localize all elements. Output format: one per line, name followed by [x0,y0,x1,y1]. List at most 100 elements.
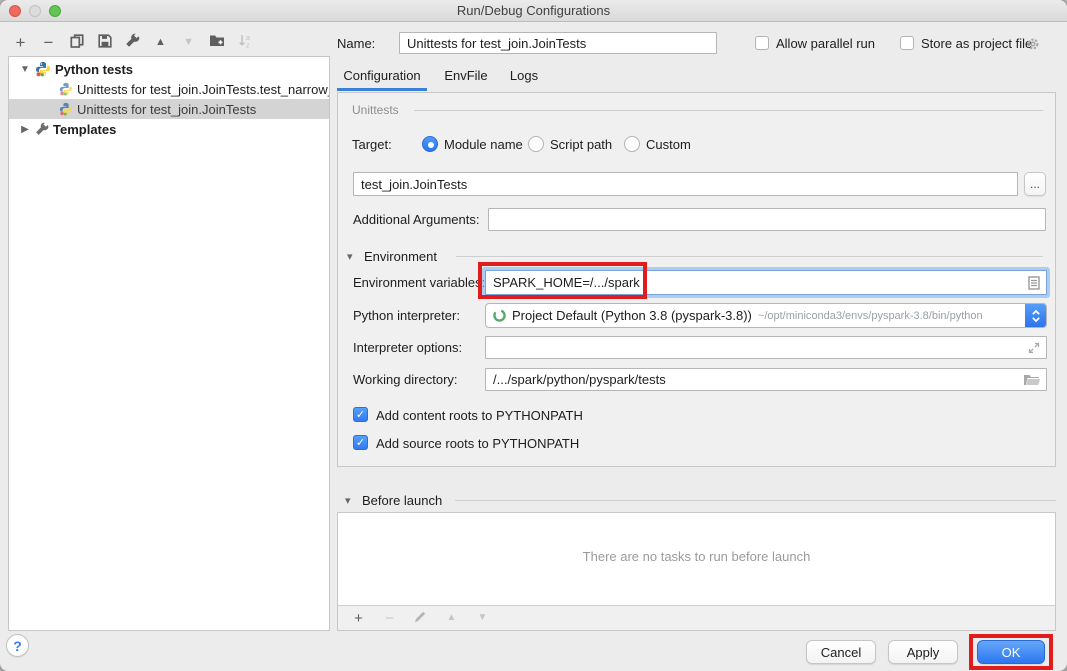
tab-logs[interactable]: Logs [505,68,543,90]
store-as-project-file-checkbox[interactable] [900,36,914,50]
environment-variables-label: Environment variables: [353,275,485,290]
remove-configuration-button[interactable]: − [38,31,59,53]
name-field-wrap [399,32,717,54]
move-down-icon: ▼ [478,613,488,623]
additional-arguments-field [488,208,1046,231]
working-directory-input[interactable] [486,369,1046,390]
working-directory-field [485,368,1047,391]
tree-item-label: Templates [53,122,116,137]
move-up-icon: ▲ [155,37,166,48]
before-launch-section-label[interactable]: Before launch [362,493,442,508]
move-task-up-button[interactable]: ▲ [441,607,462,629]
target-script-path-label[interactable]: Script path [550,137,612,152]
before-launch-toolbar: + − ▲ ▼ [338,605,1055,630]
add-source-roots-checkbox[interactable]: ✓ [353,435,368,450]
wrench-icon [125,33,140,51]
add-configuration-button[interactable]: + [10,31,31,53]
tree-item-label: Unittests for test_join.JoinTests.test_n… [77,82,329,97]
help-button[interactable]: ? [6,634,29,657]
group-separator [414,110,1043,111]
tree-item-label: Python tests [55,62,133,77]
run-configuration-icon [59,82,73,96]
move-down-button[interactable]: ▼ [178,31,199,53]
python-tests-icon [35,61,51,77]
name-label: Name: [337,36,375,51]
tree-expand-icon[interactable]: ▼ [19,64,31,75]
environment-separator [456,256,1043,257]
tree-item-unittests-test-narrow[interactable]: Unittests for test_join.JoinTests.test_n… [9,79,329,99]
copy-configuration-button[interactable] [66,31,87,53]
run-debug-configurations-dialog: Run/Debug Configurations + − ▲ ▼ az ▼ Py… [0,0,1067,671]
add-content-roots-label[interactable]: Add content roots to PYTHONPATH [376,408,583,423]
python-interpreter-path: ~/opt/miniconda3/envs/pyspark-3.8/bin/py… [758,310,983,322]
save-configuration-button[interactable] [94,31,115,53]
edit-variables-icon[interactable] [1028,276,1040,290]
target-value-input[interactable] [354,173,1017,195]
svg-text:a: a [246,35,250,42]
plus-icon: + [354,611,363,626]
move-down-icon: ▼ [183,37,194,48]
before-launch-separator [455,500,1056,501]
tree-item-python-tests[interactable]: ▼ Python tests [9,59,329,79]
titlebar[interactable]: Run/Debug Configurations [0,0,1067,22]
add-task-button[interactable]: + [348,607,369,629]
svg-text:z: z [246,42,250,48]
window-title: Run/Debug Configurations [0,0,1067,22]
tree-item-unittests-jointests-selected[interactable]: Unittests for test_join.JoinTests [9,99,329,119]
minus-icon: − [385,611,394,626]
browse-button[interactable]: ... [1024,172,1046,196]
target-module-name-label[interactable]: Module name [444,137,523,152]
interpreter-options-input[interactable] [486,337,1046,358]
remove-task-button[interactable]: − [379,607,400,629]
add-content-roots-checkbox[interactable]: ✓ [353,407,368,422]
apply-button[interactable]: Apply [888,640,958,664]
target-custom-label[interactable]: Custom [646,137,691,152]
environment-collapse-icon[interactable]: ▾ [347,250,353,263]
python-interpreter-label: Python interpreter: [353,308,460,323]
target-label: Target: [352,137,392,152]
new-folder-icon [209,34,225,50]
tab-configuration[interactable]: Configuration [337,68,427,90]
tree-item-templates[interactable]: ▶ Templates [9,119,329,139]
sort-az-icon: az [238,34,252,51]
name-input[interactable] [400,33,716,53]
allow-parallel-run-checkbox[interactable] [755,36,769,50]
tree-collapse-icon[interactable]: ▶ [19,124,31,135]
before-launch-empty-message: There are no tasks to run before launch [338,549,1055,564]
additional-arguments-input[interactable] [489,209,1045,230]
move-task-down-button[interactable]: ▼ [472,607,493,629]
edit-task-button[interactable] [410,607,431,629]
unittests-group-label: Unittests [352,103,399,117]
conda-environment-icon [492,308,507,323]
new-folder-button[interactable] [206,31,227,53]
edit-templates-button[interactable] [122,31,143,53]
before-launch-collapse-icon[interactable]: ▾ [345,494,351,507]
minus-icon: − [44,34,54,51]
before-launch-panel: There are no tasks to run before launch … [337,512,1056,631]
check-icon: ✓ [356,436,365,449]
plus-icon: + [16,34,26,51]
python-interpreter-combobox[interactable]: Project Default (Python 3.8 (pyspark-3.8… [485,303,1047,328]
sort-configurations-button[interactable]: az [234,31,255,53]
pencil-icon [414,610,427,626]
run-configuration-icon [59,102,73,116]
ok-button[interactable]: OK [977,640,1045,664]
add-source-roots-label[interactable]: Add source roots to PYTHONPATH [376,436,579,451]
target-script-path-radio[interactable] [528,136,544,152]
tab-envfile[interactable]: EnvFile [440,68,492,90]
expand-field-icon[interactable] [1028,342,1040,354]
move-up-button[interactable]: ▲ [150,31,171,53]
folder-icon[interactable] [1024,374,1040,386]
before-launch-task-list[interactable]: There are no tasks to run before launch [338,513,1055,606]
target-value-field [353,172,1018,196]
tree-item-label: Unittests for test_join.JoinTests [77,102,256,117]
allow-parallel-run-label: Allow parallel run [776,36,875,51]
gear-icon[interactable] [1026,37,1040,54]
target-module-name-radio[interactable] [422,136,438,152]
environment-variables-input[interactable] [486,271,1046,294]
python-interpreter-value: Project Default (Python 3.8 (pyspark-3.8… [512,308,752,323]
cancel-button[interactable]: Cancel [806,640,876,664]
environment-section-label[interactable]: Environment [364,249,437,264]
target-custom-radio[interactable] [624,136,640,152]
combobox-stepper-icon[interactable] [1025,303,1046,328]
